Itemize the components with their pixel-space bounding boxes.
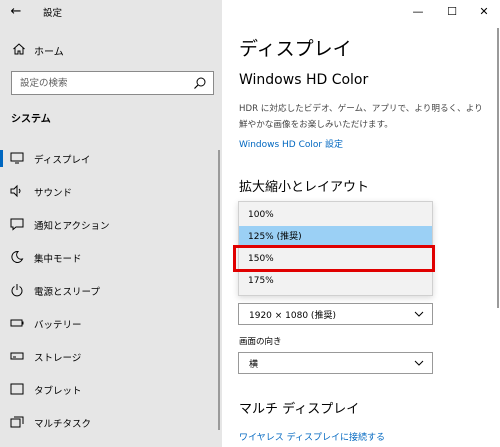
home-icon: [13, 43, 25, 55]
sidebar-item-power[interactable]: 電源とスリープ: [0, 274, 214, 307]
maximize-button[interactable]: ☐: [442, 4, 462, 20]
sidebar-item-storage[interactable]: ストレージ: [0, 340, 214, 373]
section-title: システム: [11, 114, 51, 125]
sidebar-scrollbar[interactable]: [218, 150, 220, 430]
storage-icon: [10, 352, 24, 360]
app-title: 設定: [43, 8, 63, 19]
sidebar-item-label: ディスプレイ: [34, 155, 91, 166]
sidebar-item-sound[interactable]: サウンド: [0, 175, 214, 208]
resolution-select[interactable]: 1920 × 1080 (推奨): [238, 303, 433, 325]
search-icon[interactable]: [193, 76, 207, 90]
nav-list: ディスプレイ サウンド 通知とアクション 集中モード 電源とスリープ バッテリー…: [0, 142, 214, 439]
scale-option-100[interactable]: 100%: [239, 204, 432, 226]
orientation-value: 横: [249, 360, 259, 370]
wireless-display-link[interactable]: ワイヤレス ディスプレイに接続する: [239, 430, 385, 443]
multitask-icon: [10, 416, 24, 428]
sidebar-item-notifications[interactable]: 通知とアクション: [0, 208, 214, 241]
sidebar-item-label: 電源とスリープ: [34, 287, 100, 298]
sidebar-item-multitask[interactable]: マルチタスク: [0, 406, 214, 439]
sidebar-item-label: 集中モード: [34, 254, 82, 265]
sidebar-item-tablet[interactable]: タブレット: [0, 373, 214, 406]
minimize-icon: —: [412, 5, 424, 18]
home-label: ホーム: [34, 47, 64, 58]
sidebar-item-label: サウンド: [34, 188, 73, 199]
sidebar-item-label: バッテリー: [34, 320, 82, 331]
orientation-label: 画面の向き: [239, 337, 282, 347]
titlebar-left: ← 設定: [0, 0, 222, 28]
arrow-left-icon: ←: [10, 4, 22, 19]
close-icon: ✕: [479, 5, 489, 18]
scale-layout-title: 拡大縮小とレイアウト: [239, 180, 370, 195]
search-input[interactable]: [12, 72, 192, 94]
close-button[interactable]: ✕: [474, 4, 494, 20]
hd-color-description: HDR に対応したビデオ、ゲーム、アプリで、より明るく、より鮮やかな画像をお楽し…: [239, 104, 483, 130]
main-scrollbar[interactable]: [497, 28, 499, 308]
monitor-icon: [10, 152, 24, 164]
home-item[interactable]: ホーム: [0, 38, 222, 62]
sidebar-item-label: タブレット: [34, 386, 82, 397]
search-box[interactable]: [11, 71, 214, 95]
orientation-select[interactable]: 横: [238, 352, 433, 374]
sidebar: ← 設定 ホーム システム ディスプレイ: [0, 0, 222, 447]
sidebar-item-display[interactable]: ディスプレイ: [0, 142, 214, 175]
message-icon: [10, 218, 24, 231]
hd-color-settings-link[interactable]: Windows HD Color 設定: [239, 137, 343, 150]
sidebar-item-label: ストレージ: [34, 353, 82, 364]
sidebar-item-battery[interactable]: バッテリー: [0, 307, 214, 340]
titlebar-right: — ☐ ✕: [222, 0, 500, 28]
page-title: ディスプレイ: [239, 38, 352, 60]
callout-highlight-box: [233, 245, 435, 272]
moon-icon: [11, 250, 24, 263]
hd-color-title: Windows HD Color: [239, 72, 369, 88]
speaker-icon: [10, 184, 21, 198]
back-button[interactable]: ←: [8, 4, 24, 20]
sidebar-item-label: マルチタスク: [34, 419, 92, 430]
chevron-down-icon: [414, 311, 424, 317]
sidebar-item-focus[interactable]: 集中モード: [0, 241, 214, 274]
maximize-icon: ☐: [447, 5, 457, 18]
multi-display-title: マルチ ディスプレイ: [239, 402, 360, 417]
tablet-icon: [10, 383, 24, 395]
sidebar-item-label: 通知とアクション: [34, 221, 110, 232]
chevron-down-icon: [414, 360, 424, 366]
battery-icon: [10, 319, 24, 327]
power-icon: [11, 284, 23, 297]
minimize-button[interactable]: —: [408, 4, 428, 20]
scale-option-175[interactable]: 175%: [239, 270, 432, 292]
resolution-value: 1920 × 1080 (推奨): [249, 311, 336, 321]
